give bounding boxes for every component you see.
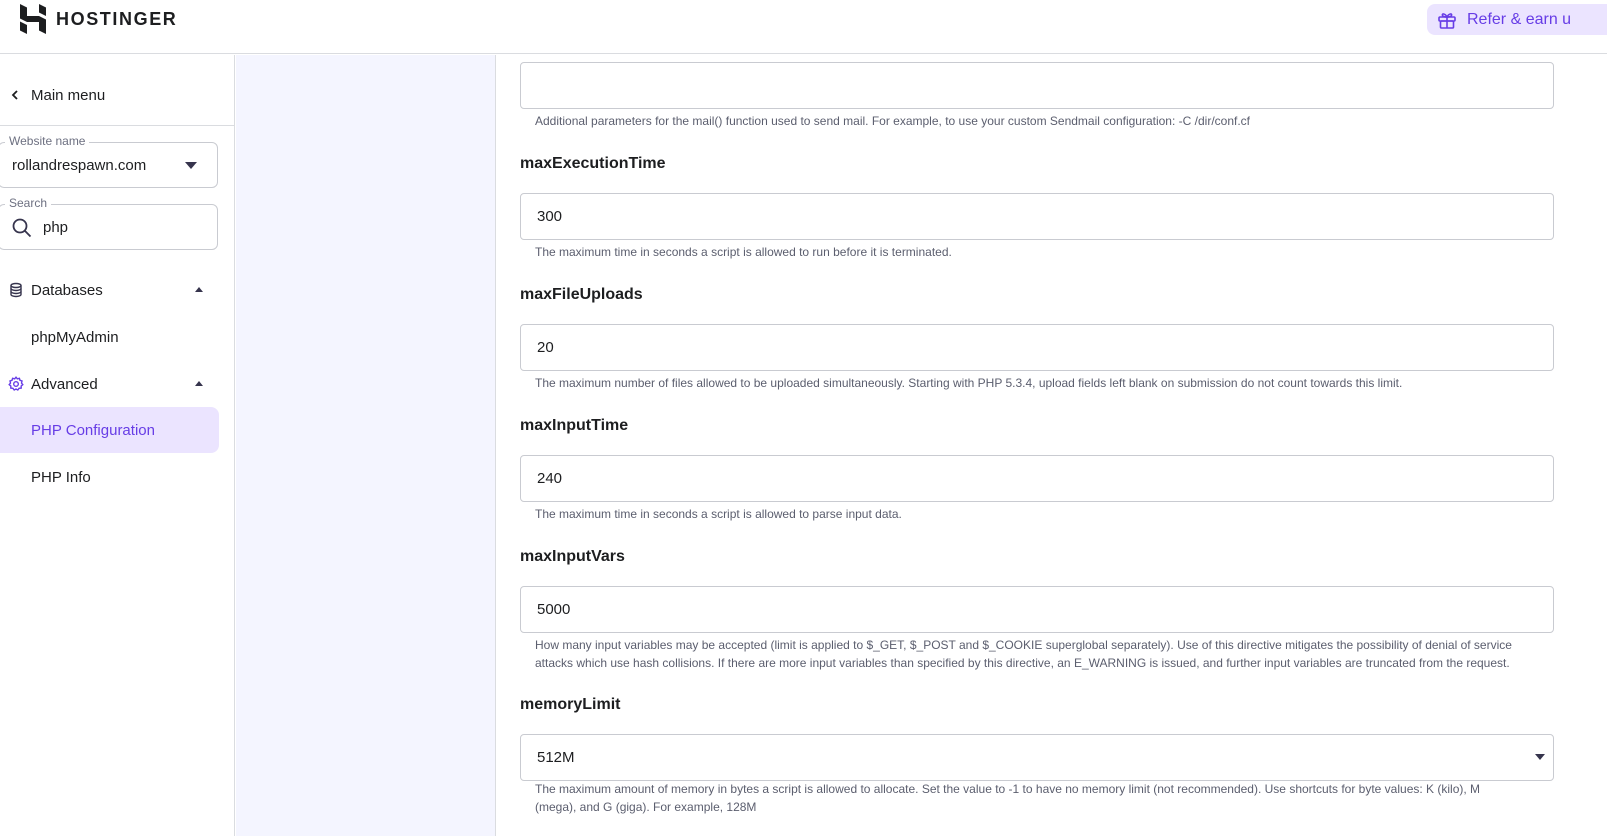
refer-and-earn-button[interactable]: Refer & earn u [1427,4,1607,35]
sidebar-item-label: PHP Info [31,468,91,486]
sidebar-item-php-configuration[interactable]: PHP Configuration [0,407,219,453]
website-name-value: rollandrespawn.com [12,157,147,174]
chevron-down-icon [1535,754,1545,760]
max-execution-time-input[interactable] [520,193,1554,240]
max-file-uploads-title: maxFileUploads [520,286,643,303]
max-input-vars-input[interactable] [520,586,1554,633]
refer-and-earn-label: Refer & earn u [1467,10,1572,28]
max-input-vars-title: maxInputVars [520,548,625,565]
sidebar-item-advanced[interactable]: Advanced [0,361,219,407]
website-name-select[interactable]: Website name rollandrespawn.com [0,134,218,188]
max-file-uploads-field[interactable] [521,325,1553,370]
max-input-time-help: The maximum time in seconds a script is … [535,507,902,521]
sidebar: Main menu Website name rollandrespawn.co… [0,55,235,836]
sidebar-item-label: Databases [31,281,103,299]
gear-icon [8,376,24,391]
sidebar-item-label: Advanced [31,375,98,393]
mail-parameters-help: Additional parameters for the mail() fun… [535,114,1250,128]
top-bar: HOSTINGER Refer & earn u [0,0,1607,54]
max-file-uploads-help: The maximum number of files allowed to b… [535,376,1403,390]
max-input-time-field[interactable] [521,456,1553,501]
memory-limit-help: The maximum amount of memory in bytes a … [535,782,1481,814]
search-icon [12,218,32,238]
max-input-vars-help: How many input variables may be accepted… [535,638,1512,670]
website-name-label: Website name [5,134,90,148]
search-label: Search [5,196,52,210]
sidebar-divider [0,125,234,126]
php-configuration-form: Additional parameters for the mail() fun… [497,55,1607,836]
max-input-time-title: maxInputTime [520,417,629,434]
dropdown-arrow-icon [185,162,197,169]
max-execution-time-title: maxExecutionTime [520,155,666,172]
sidebar-item-label: phpMyAdmin [31,328,119,346]
sidebar-item-databases[interactable]: Databases [0,267,219,313]
main-menu-back-button[interactable]: Main menu [0,75,234,115]
mail-parameters-field[interactable] [521,63,1553,108]
database-icon [10,282,22,298]
main-menu-label: Main menu [31,86,106,104]
max-file-uploads-input[interactable] [520,324,1554,371]
search-field[interactable]: Search php [0,196,218,250]
mail-parameters-input[interactable] [520,62,1554,109]
sidebar-item-phpmyadmin[interactable]: phpMyAdmin [0,314,219,360]
memory-limit-select[interactable] [520,734,1554,781]
content-gutter [236,55,496,836]
hostinger-logo-icon [20,4,46,34]
search-input[interactable]: php [43,219,68,236]
max-execution-time-field[interactable] [521,194,1553,239]
memory-limit-field[interactable] [521,735,1553,780]
gift-icon [1438,12,1456,29]
max-input-time-input[interactable] [520,455,1554,502]
chevron-up-icon [195,381,203,386]
sidebar-item-label: PHP Configuration [31,421,155,439]
brand-name: HOSTINGER [56,8,178,29]
chevron-left-icon [11,90,18,100]
hostinger-logo[interactable]: HOSTINGER [20,4,177,34]
memory-limit-title: memoryLimit [520,696,621,713]
sidebar-item-php-info[interactable]: PHP Info [0,454,219,500]
max-execution-time-help: The maximum time in seconds a script is … [535,245,952,259]
max-input-vars-field[interactable] [521,587,1553,632]
chevron-up-icon [195,287,203,292]
